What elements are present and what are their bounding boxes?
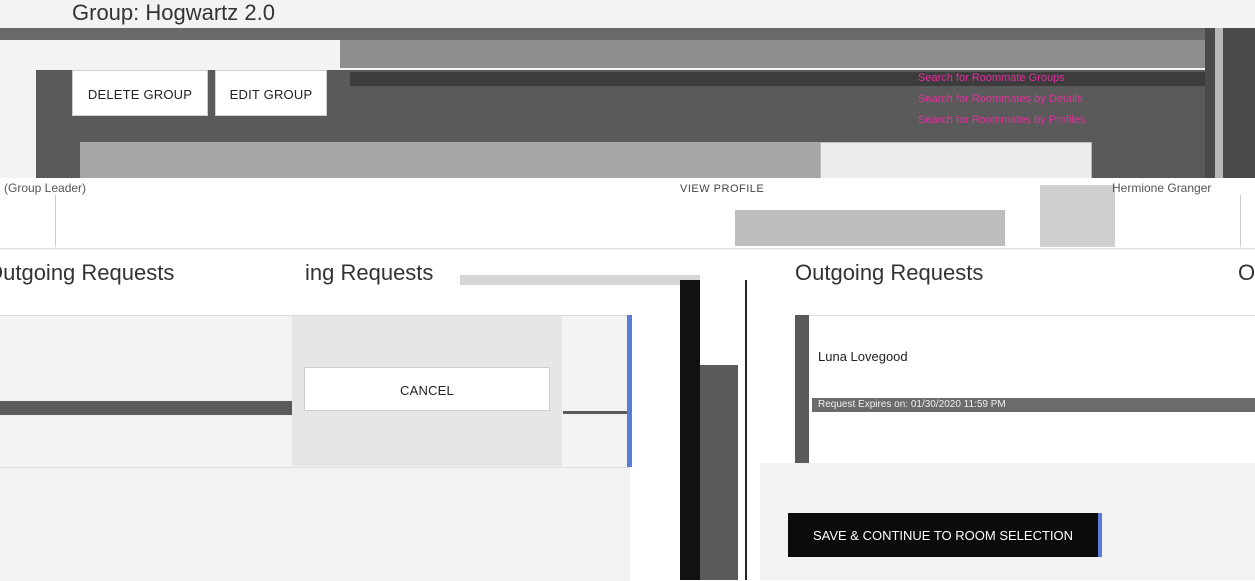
section-header-edge: O — [1238, 260, 1255, 285]
request-person-name: Luna Lovegood — [818, 349, 908, 364]
request-row-bar-2 — [563, 411, 627, 414]
request-table-edge — [627, 315, 632, 467]
group-title: Group: Hogwartz 2.0 — [72, 0, 275, 25]
member-cell — [55, 195, 736, 247]
outgoing-requests-header-right: Outgoing Requests — [795, 260, 984, 285]
outgoing-requests-header: Outgoing Requests — [0, 260, 175, 285]
right-rail — [1205, 28, 1255, 188]
banner-strip — [0, 28, 1205, 40]
edit-group-button[interactable]: EDIT GROUP — [215, 70, 327, 116]
view-profile-link[interactable]: VIEW PROFILE — [680, 183, 764, 195]
request-row-bar — [0, 401, 292, 415]
column-divider-line — [745, 280, 747, 580]
column-divider — [680, 280, 700, 580]
search-roommate-groups-link[interactable]: Search for Roommate Groups — [918, 72, 1183, 84]
member-placeholder-2 — [1040, 185, 1115, 247]
member-name: Hermione Granger — [1112, 181, 1212, 195]
banner-strip-2 — [340, 40, 1205, 68]
request-table-footer — [0, 467, 630, 581]
header-strip — [460, 275, 700, 285]
group-leader-label: (Group Leader) — [4, 181, 87, 195]
search-roommates-details-link[interactable]: Search for Roommates by Details — [918, 93, 1183, 105]
cancel-request-button[interactable]: CANCEL — [304, 367, 550, 411]
member-placeholder — [735, 210, 1005, 246]
member-divider — [1240, 195, 1241, 247]
request-expiry-text: Request Expires on: 01/30/2020 11:59 PM — [818, 399, 1006, 410]
request-card-accent — [795, 315, 809, 463]
search-roommates-profiles-link[interactable]: Search for Roommates by Profiles — [918, 114, 1183, 126]
delete-group-button[interactable]: DELETE GROUP — [72, 70, 208, 116]
save-continue-button[interactable]: SAVE & CONTINUE TO ROOM SELECTION — [788, 513, 1098, 557]
incoming-requests-header: ing Requests — [305, 260, 434, 285]
request-card — [795, 315, 1255, 465]
right-rail-stripe — [1215, 28, 1223, 188]
save-button-edge — [1098, 513, 1102, 557]
banner-panel-inner — [80, 142, 820, 182]
column-divider-shade — [700, 365, 738, 580]
